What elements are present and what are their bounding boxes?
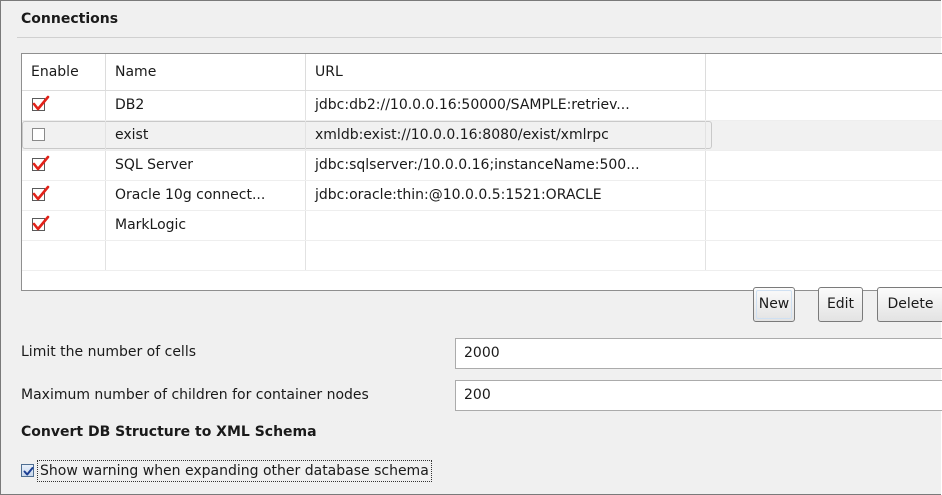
table-row[interactable]: SQL Server jdbc:sqlserver:/10.0.0.16;ins… (22, 151, 942, 181)
limit-cells-input[interactable]: 2000 (455, 338, 942, 369)
url-cell: jdbc:sqlserver:/10.0.0.16;instanceName:5… (306, 151, 706, 180)
section-title-connections: Connections (21, 11, 119, 27)
table-row[interactable]: Oracle 10g connect... jdbc:oracle:thin:@… (22, 181, 942, 211)
name-cell: exist (106, 121, 306, 150)
column-header-enable[interactable]: Enable (22, 54, 106, 90)
filler-cell (706, 211, 942, 240)
url-cell (306, 211, 706, 240)
max-children-label: Maximum number of children for container… (21, 387, 369, 403)
table-row-selected[interactable]: exist xmldb:exist://10.0.0.16:8080/exist… (22, 121, 942, 151)
delete-button[interactable]: Delete (877, 287, 942, 322)
column-header-url[interactable]: URL (306, 54, 706, 90)
preferences-panel: Connections Enable Name URL DB2 jdbc:db2… (0, 0, 942, 495)
limit-cells-label: Limit the number of cells (21, 344, 196, 360)
enable-cell (22, 121, 106, 150)
show-warning-checkbox[interactable] (21, 464, 34, 477)
filler-cell (706, 241, 942, 270)
column-header-name[interactable]: Name (106, 54, 306, 90)
enable-checkbox[interactable] (32, 155, 50, 171)
filler-cell (706, 181, 942, 210)
table-row[interactable]: MarkLogic (22, 211, 942, 241)
enable-cell (22, 241, 106, 270)
filler-cell (706, 91, 942, 120)
enable-cell (22, 91, 106, 120)
max-children-input[interactable]: 200 (455, 380, 942, 411)
table-row-empty[interactable] (22, 241, 942, 271)
enable-checkbox[interactable] (32, 215, 50, 231)
enable-checkbox[interactable] (32, 185, 50, 201)
column-header-filler (706, 54, 942, 90)
url-cell: jdbc:db2://10.0.0.16:50000/SAMPLE:retrie… (306, 91, 706, 120)
url-cell (306, 241, 706, 270)
enable-checkbox[interactable] (32, 128, 45, 141)
table-body: DB2 jdbc:db2://10.0.0.16:50000/SAMPLE:re… (22, 91, 942, 271)
name-cell: SQL Server (106, 151, 306, 180)
section-divider (17, 37, 942, 38)
filler-cell (706, 121, 942, 150)
edit-button[interactable]: Edit (818, 287, 863, 322)
table-row[interactable]: DB2 jdbc:db2://10.0.0.16:50000/SAMPLE:re… (22, 91, 942, 121)
enable-cell (22, 181, 106, 210)
connections-table[interactable]: Enable Name URL DB2 jdbc:db2://10.0.0.16… (21, 53, 942, 291)
filler-cell (706, 151, 942, 180)
url-cell: xmldb:exist://10.0.0.16:8080/exist/xmlrp… (306, 121, 706, 150)
url-cell: jdbc:oracle:thin:@10.0.0.5:1521:ORACLE (306, 181, 706, 210)
name-cell: Oracle 10g connect... (106, 181, 306, 210)
new-button[interactable]: New (753, 287, 795, 322)
section-title-convert-schema: Convert DB Structure to XML Schema (21, 424, 317, 440)
enable-cell (22, 211, 106, 240)
name-cell: DB2 (106, 91, 306, 120)
table-header: Enable Name URL (22, 54, 942, 91)
enable-checkbox[interactable] (32, 95, 50, 111)
name-cell (106, 241, 306, 270)
enable-cell (22, 151, 106, 180)
show-warning-label[interactable]: Show warning when expanding other databa… (37, 460, 432, 482)
name-cell: MarkLogic (106, 211, 306, 240)
